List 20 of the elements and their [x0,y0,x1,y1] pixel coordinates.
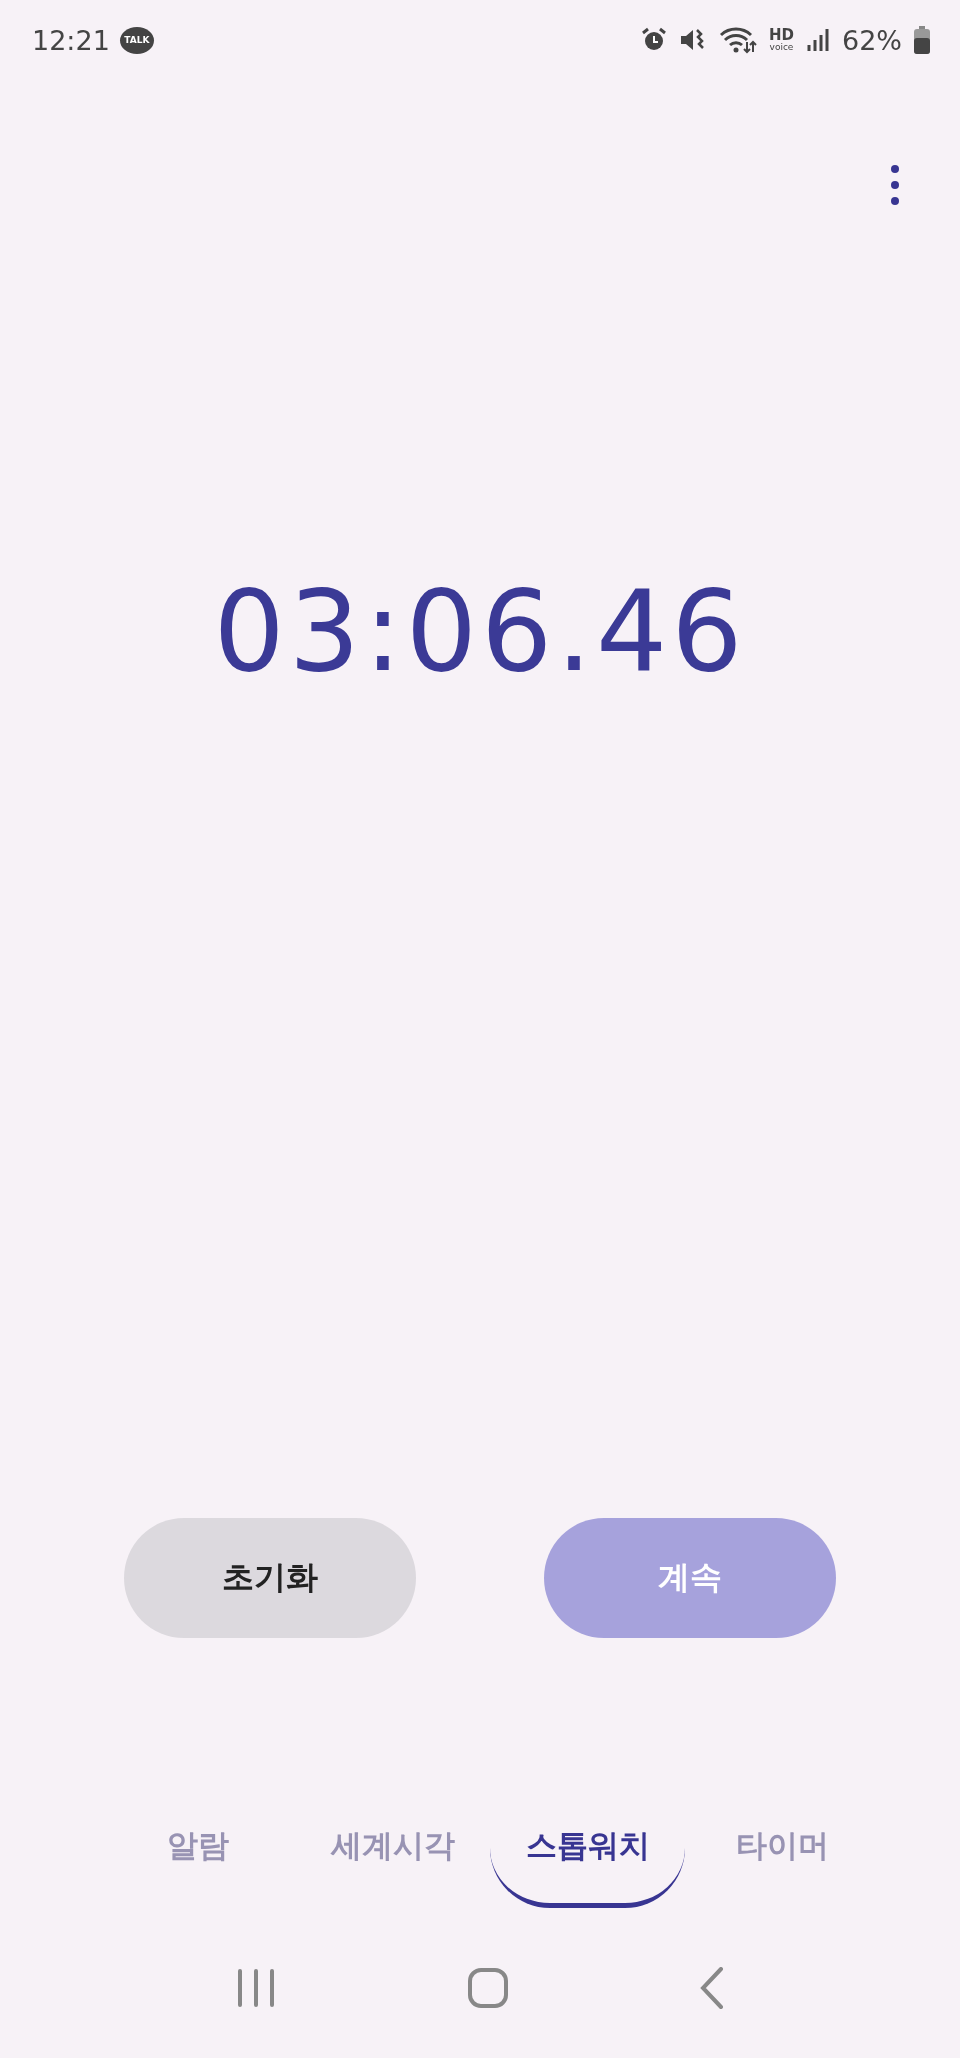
more-options-icon[interactable] [890,164,900,206]
tab[interactable]: 스톱워치 [490,1788,685,1908]
hd-label: HD [768,28,794,43]
alarm-icon [640,27,667,53]
voice-label: voice [769,43,794,52]
continue-button[interactable]: 계속 [544,1518,836,1638]
status-time: 12:21 [32,24,110,56]
battery-icon [914,26,930,54]
signal-icon [806,27,830,53]
tab[interactable]: 세계시각 [295,1788,490,1908]
back-icon[interactable] [700,1967,724,2009]
recent-apps-icon[interactable] [236,1969,276,2007]
chat-notification-icon: TALK [119,26,154,54]
stopwatch-time: 03:06.46 [212,566,748,696]
reset-button[interactable]: 초기화 [124,1518,416,1638]
home-icon[interactable] [468,1968,508,2008]
battery-percent: 62% [842,24,902,56]
tab[interactable]: 알람 [100,1788,295,1908]
tab[interactable]: 타이머 [685,1788,880,1908]
wifi-icon [718,26,757,54]
